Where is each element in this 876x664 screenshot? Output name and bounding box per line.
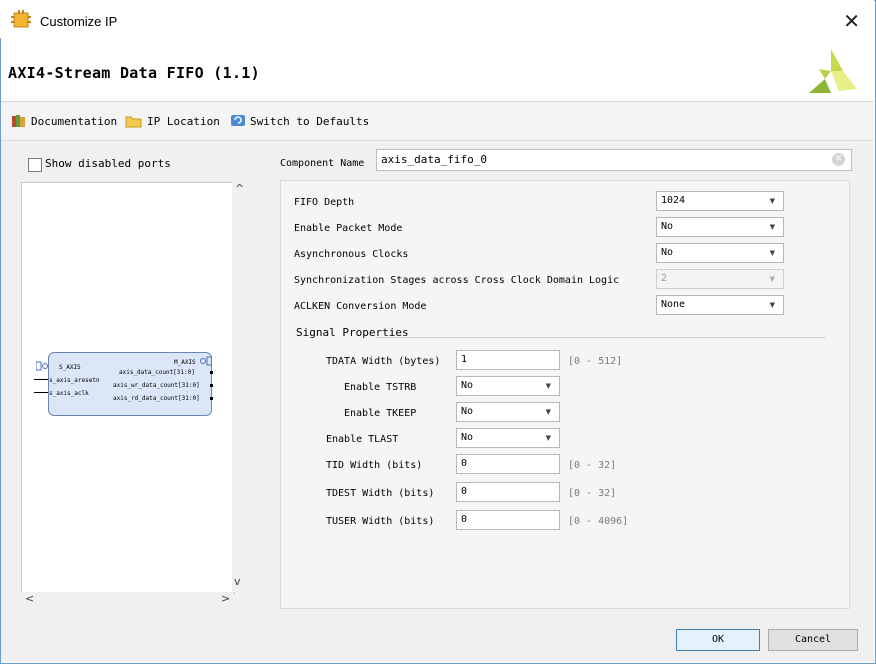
tstrb-value: No	[461, 380, 474, 391]
ip-header: AXI4-Stream Data FIFO (1.1)	[1, 38, 874, 102]
switch-to-defaults-button[interactable]: Switch to Defaults	[230, 114, 369, 128]
window-title: Customize IP	[40, 14, 118, 29]
packet-mode-value: No	[661, 221, 674, 232]
chevron-down-icon: ▼	[769, 275, 775, 283]
component-name-input[interactable]: axis_data_fifo_0	[376, 149, 852, 171]
s-axis-port: S_AXIS	[59, 364, 81, 371]
documentation-label: Documentation	[31, 114, 118, 128]
tdest-width-label: TDEST Width (bits)	[326, 488, 435, 499]
chevron-down-icon: ▼	[769, 301, 775, 309]
scroll-down-icon[interactable]: v	[234, 575, 241, 588]
fifo-depth-label: FIFO Depth	[294, 197, 355, 208]
chevron-down-icon: ▼	[769, 223, 775, 231]
async-clocks-select[interactable]: No ▼	[656, 243, 784, 263]
title-bar: Customize IP ✕	[0, 0, 874, 38]
toolbar: Documentation IP Location Switch to Defa…	[1, 102, 874, 141]
data-count-pin	[210, 371, 213, 374]
ip-location-label: IP Location	[147, 114, 220, 128]
tuser-width-range: [0 - 4096]	[568, 516, 629, 527]
tstrb-select[interactable]: No ▼	[456, 376, 560, 396]
ip-block-symbol: S_AXIS M_AXIS s_axis_aresetn s_axis_aclk…	[48, 352, 212, 416]
tstrb-label: Enable TSTRB	[344, 382, 417, 393]
m-axis-port: M_AXIS	[174, 359, 196, 366]
cancel-button[interactable]: Cancel	[768, 629, 858, 651]
async-clocks-value: No	[661, 247, 674, 258]
tlast-label: Enable TLAST	[326, 434, 399, 445]
documentation-button[interactable]: Documentation	[11, 114, 117, 128]
tdata-width-input[interactable]: 1	[456, 350, 560, 370]
tkeep-select[interactable]: No ▼	[456, 402, 560, 422]
horizontal-scrollbar[interactable]: < >	[21, 592, 233, 607]
ok-button[interactable]: OK	[676, 629, 760, 651]
aresetn-wire	[34, 379, 48, 380]
tkeep-label: Enable TKEEP	[344, 408, 417, 419]
data-count-port: axis_data_count[31:0]	[119, 369, 195, 376]
tdata-width-range: [0 - 512]	[568, 356, 623, 367]
sync-stages-select[interactable]: 2 ▼	[656, 269, 784, 289]
fifo-depth-value: 1024	[661, 195, 686, 206]
fifo-depth-select[interactable]: 1024 ▼	[656, 191, 784, 211]
sync-stages-label: Synchronization Stages across Cross Cloc…	[294, 275, 620, 286]
packet-mode-select[interactable]: No ▼	[656, 217, 784, 237]
chevron-down-icon: ▼	[545, 434, 551, 442]
scroll-left-icon[interactable]: <	[25, 592, 34, 605]
chevron-down-icon: ▼	[545, 382, 551, 390]
sync-stages-value: 2	[661, 273, 668, 284]
wr-data-count-port: axis_wr_data_count[31:0]	[113, 382, 200, 389]
tkeep-value: No	[461, 406, 474, 417]
rd-count-pin	[210, 397, 213, 400]
aresetn-port: s_axis_aresetn	[49, 377, 100, 384]
tdest-width-input[interactable]: 0	[456, 482, 560, 502]
aclken-value: None	[661, 299, 686, 310]
tlast-value: No	[461, 432, 474, 443]
refresh-icon	[231, 115, 245, 126]
tid-width-input[interactable]: 0	[456, 454, 560, 474]
books-icon	[12, 115, 25, 127]
aclk-wire	[34, 392, 48, 393]
chevron-down-icon: ▼	[545, 408, 551, 416]
switch-to-defaults-label: Switch to Defaults	[250, 114, 370, 128]
section-divider	[376, 337, 826, 338]
packet-mode-label: Enable Packet Mode	[294, 223, 403, 234]
tid-width-label: TID Width (bits)	[326, 460, 423, 471]
async-clocks-label: Asynchronous Clocks	[294, 249, 409, 260]
close-icon[interactable]: ✕	[843, 9, 860, 34]
wr-count-pin	[210, 384, 213, 387]
tuser-width-input[interactable]: 0	[456, 510, 560, 530]
show-disabled-ports-checkbox[interactable]	[28, 158, 42, 172]
aclken-select[interactable]: None ▼	[656, 295, 784, 315]
tdest-width-range: [0 - 32]	[568, 488, 617, 499]
chevron-down-icon: ▼	[769, 249, 775, 257]
tlast-select[interactable]: No ▼	[456, 428, 560, 448]
vertical-scrollbar[interactable]: ^ v	[232, 182, 247, 592]
xilinx-logo-icon	[809, 49, 857, 93]
tuser-width-label: TUSER Width (bits)	[326, 516, 435, 527]
customize-ip-icon	[11, 10, 31, 28]
folder-icon	[125, 116, 142, 128]
component-name-label: Component Name	[280, 158, 365, 169]
chevron-down-icon: ▼	[769, 197, 775, 205]
s-axis-bus-icon	[36, 361, 48, 371]
tid-width-range: [0 - 32]	[568, 460, 617, 471]
aclken-label: ACLKEN Conversion Mode	[294, 301, 427, 312]
aclk-port: s_axis_aclk	[49, 390, 89, 397]
scroll-up-icon[interactable]: ^	[235, 182, 244, 195]
ip-location-button[interactable]: IP Location	[125, 114, 220, 128]
tdata-width-label: TDATA Width (bytes)	[326, 356, 441, 367]
show-disabled-ports-label: Show disabled ports	[45, 157, 171, 170]
ip-title: AXI4-Stream Data FIFO (1.1)	[8, 64, 260, 82]
clear-icon[interactable]: ✕	[832, 153, 845, 166]
m-axis-bus-icon	[200, 356, 212, 366]
rd-data-count-port: axis_rd_data_count[31:0]	[113, 395, 200, 402]
scroll-right-icon[interactable]: >	[221, 592, 230, 605]
